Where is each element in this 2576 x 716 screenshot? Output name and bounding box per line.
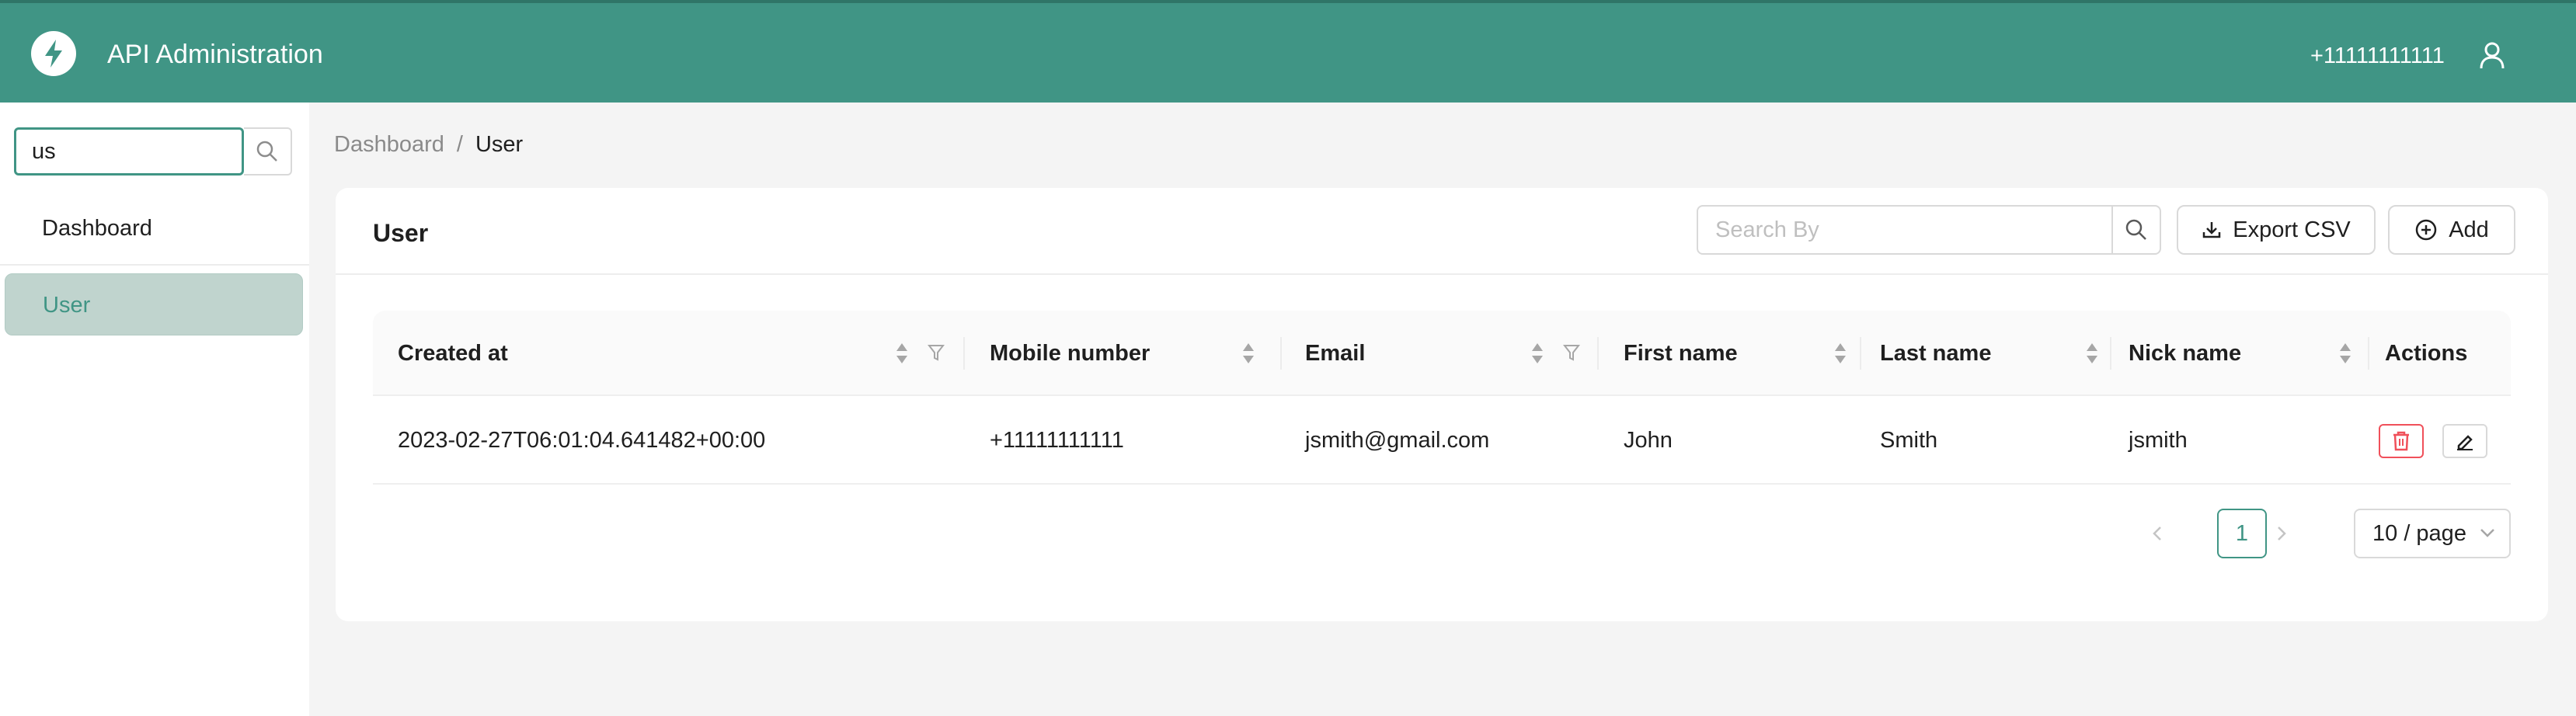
chevron-down-icon: [2480, 529, 2494, 537]
sort-icon[interactable]: [895, 342, 909, 365]
chevron-left-icon: [2153, 527, 2161, 540]
sidebar-search-button[interactable]: [244, 127, 292, 176]
sort-icon[interactable]: [1530, 342, 1544, 365]
page-size-value: 10 / page: [2372, 521, 2466, 546]
pagination-next-button[interactable]: [2262, 514, 2301, 553]
add-label: Add: [2449, 217, 2489, 242]
search-icon: [256, 141, 277, 162]
breadcrumb-separator: /: [456, 132, 463, 157]
edit-button[interactable]: [2442, 424, 2487, 458]
lightning-bolt-icon[interactable]: [31, 31, 76, 76]
export-csv-label: Export CSV: [2233, 217, 2351, 242]
download-icon: [2203, 222, 2221, 238]
cell-mobile-number: +11111111111: [990, 428, 1124, 453]
column-divider: [963, 337, 965, 370]
user-card: User Export CSV Add Created at: [336, 188, 2548, 621]
chevron-right-icon: [2278, 527, 2286, 540]
filter-icon[interactable]: [928, 343, 945, 362]
column-divider: [1597, 337, 1599, 370]
column-last-name[interactable]: Last name: [1880, 311, 1991, 396]
column-email[interactable]: Email: [1305, 311, 1365, 396]
column-actions: Actions: [2385, 341, 2468, 366]
table-header: Created at Mobile number Email First nam…: [373, 311, 2511, 396]
column-created-at[interactable]: Created at: [398, 311, 508, 396]
cell-created-at: 2023-02-27T06:01:04.641482+00:00: [398, 428, 766, 453]
user-table: Created at Mobile number Email First nam…: [373, 311, 2511, 485]
column-divider: [1280, 337, 1282, 370]
search-icon: [2125, 219, 2146, 240]
pagination-page-1[interactable]: 1: [2217, 509, 2267, 558]
sidebar-item-dashboard[interactable]: Dashboard: [5, 197, 303, 259]
column-nick-name[interactable]: Nick name: [2129, 311, 2241, 396]
trash-icon: [2393, 431, 2409, 451]
table-search: [1697, 205, 2163, 255]
search-input[interactable]: [1697, 205, 2113, 255]
sort-icon[interactable]: [2085, 342, 2099, 365]
sidebar-item-user[interactable]: User: [5, 273, 303, 335]
edit-icon: [2457, 435, 2473, 450]
cell-last-name: Smith: [1880, 428, 1938, 453]
sort-icon[interactable]: [1241, 342, 1255, 365]
cell-nick-name: jsmith: [2129, 428, 2188, 453]
search-button[interactable]: [2111, 205, 2161, 255]
pagination-prev-button[interactable]: [2138, 514, 2177, 553]
app-title: API Administration: [107, 40, 323, 69]
cell-email: jsmith@gmail.com: [1305, 428, 1490, 453]
top-bar: API Administration +11111111111: [0, 0, 2576, 103]
breadcrumb-current: User: [475, 132, 524, 157]
card-title: User: [373, 219, 429, 247]
column-mobile-number[interactable]: Mobile number: [990, 311, 1150, 396]
column-first-name[interactable]: First name: [1624, 311, 1738, 396]
header-user-phone[interactable]: +11111111111: [2310, 40, 2445, 71]
sidebar-search: [14, 127, 292, 176]
column-divider: [2110, 337, 2111, 370]
export-csv-button[interactable]: Export CSV: [2177, 205, 2376, 255]
sidebar: Dashboard User: [0, 103, 309, 716]
user-icon[interactable]: [2478, 40, 2506, 71]
column-divider: [2368, 337, 2369, 370]
breadcrumb: Dashboard / User: [334, 130, 523, 158]
sidebar-divider: [0, 264, 309, 266]
delete-button[interactable]: [2379, 424, 2424, 458]
cell-first-name: John: [1624, 428, 1673, 453]
breadcrumb-dashboard[interactable]: Dashboard: [334, 132, 444, 157]
sort-icon[interactable]: [1833, 342, 1847, 365]
filter-icon[interactable]: [1563, 343, 1580, 362]
table-row: 2023-02-27T06:01:04.641482+00:00 +111111…: [373, 396, 2511, 485]
column-divider: [1860, 337, 1861, 370]
sidebar-search-input[interactable]: [14, 127, 244, 176]
add-button[interactable]: Add: [2388, 205, 2515, 255]
card-header-divider: [336, 273, 2548, 275]
plus-circle-icon: [2415, 219, 2437, 241]
page-size-select[interactable]: 10 / page: [2354, 509, 2511, 558]
sort-icon[interactable]: [2338, 342, 2352, 365]
